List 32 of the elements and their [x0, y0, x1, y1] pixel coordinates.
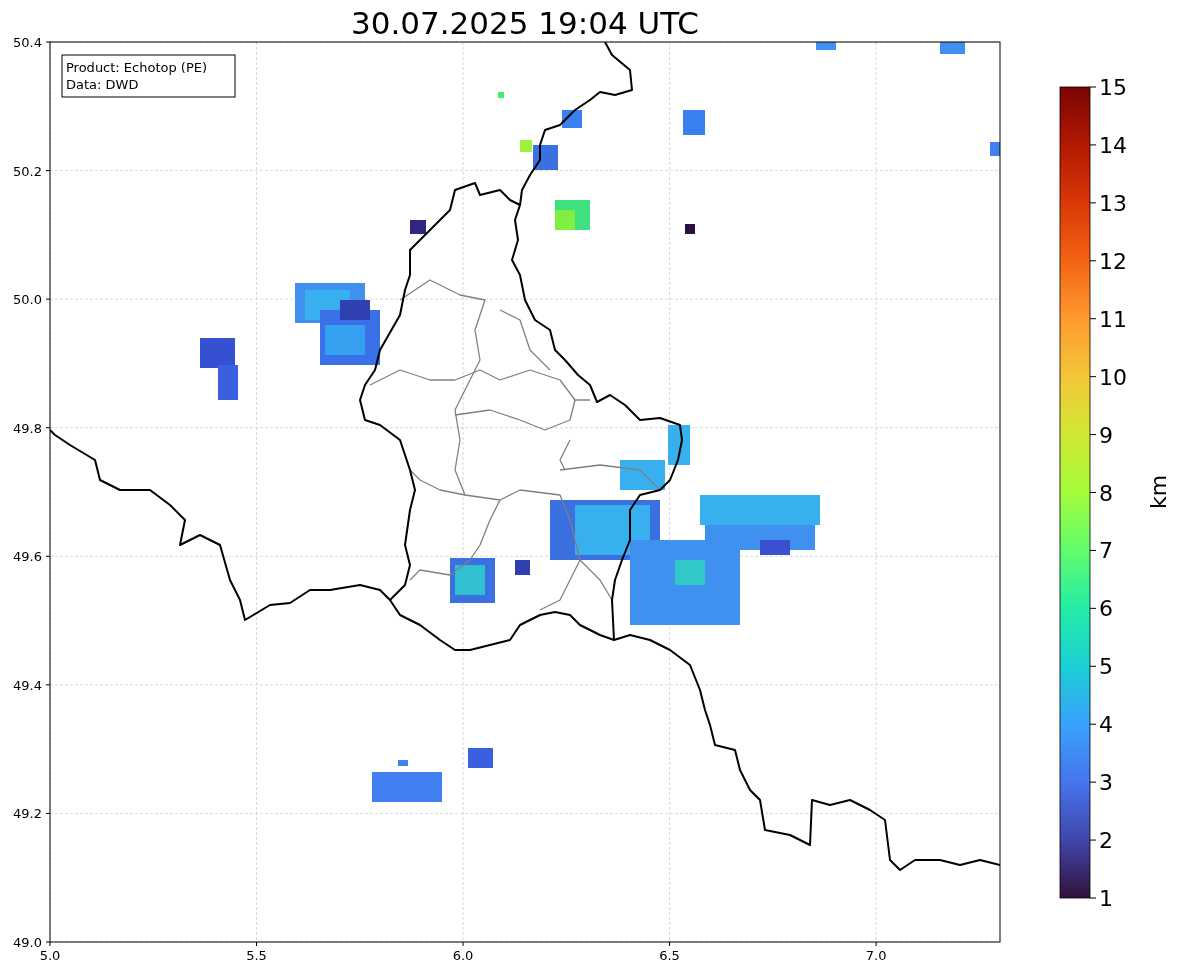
colorbar-tick-label: 14: [1099, 132, 1127, 158]
x-tick-label: 5.0: [39, 948, 61, 963]
y-tick-label: 50.0: [13, 292, 42, 308]
legend-text: Product: Echotop (PE): [66, 60, 208, 75]
y-tick-label: 49.8: [13, 420, 42, 436]
colorbar-label: km: [1146, 474, 1171, 510]
y-tick-label: 49.4: [13, 677, 42, 693]
colorbar-tick-label: 7: [1099, 538, 1113, 564]
colorbar-tick-label: 10: [1099, 364, 1127, 390]
y-tick-label: 50.4: [13, 35, 42, 50]
colorbar-tick-label: 12: [1099, 248, 1127, 274]
legend-text: Data: DWD: [66, 77, 139, 92]
colorbar-tick-label: 5: [1099, 654, 1113, 680]
colorbar-tick-label: 2: [1099, 828, 1113, 854]
colorbar-tick-label: 11: [1099, 306, 1127, 332]
colorbar-tick-label: 15: [1099, 75, 1127, 100]
y-tick-label: 49.6: [13, 549, 42, 565]
colorbar-tick-label: 13: [1099, 190, 1127, 216]
y-tick-label: 49.2: [13, 806, 42, 822]
x-tick-label: 7.0: [865, 948, 887, 963]
colorbar-tick-label: 1: [1099, 886, 1113, 911]
colorbar-tick-label: 3: [1099, 770, 1113, 796]
colorbar-tick-label: 4: [1099, 712, 1113, 738]
y-tick-label: 49.0: [13, 935, 42, 950]
y-tick-label: 50.2: [13, 163, 42, 179]
colorbar-tick-label: 6: [1099, 596, 1113, 622]
x-tick-label: 5.5: [246, 948, 267, 963]
x-tick-label: 6.5: [659, 948, 680, 963]
colorbar-tick-label: 8: [1099, 480, 1113, 506]
x-tick-label: 6.0: [452, 948, 474, 963]
plot-title: 30.07.2025 19:04 UTC: [351, 5, 699, 41]
colorbar-tick-label: 9: [1099, 422, 1113, 448]
